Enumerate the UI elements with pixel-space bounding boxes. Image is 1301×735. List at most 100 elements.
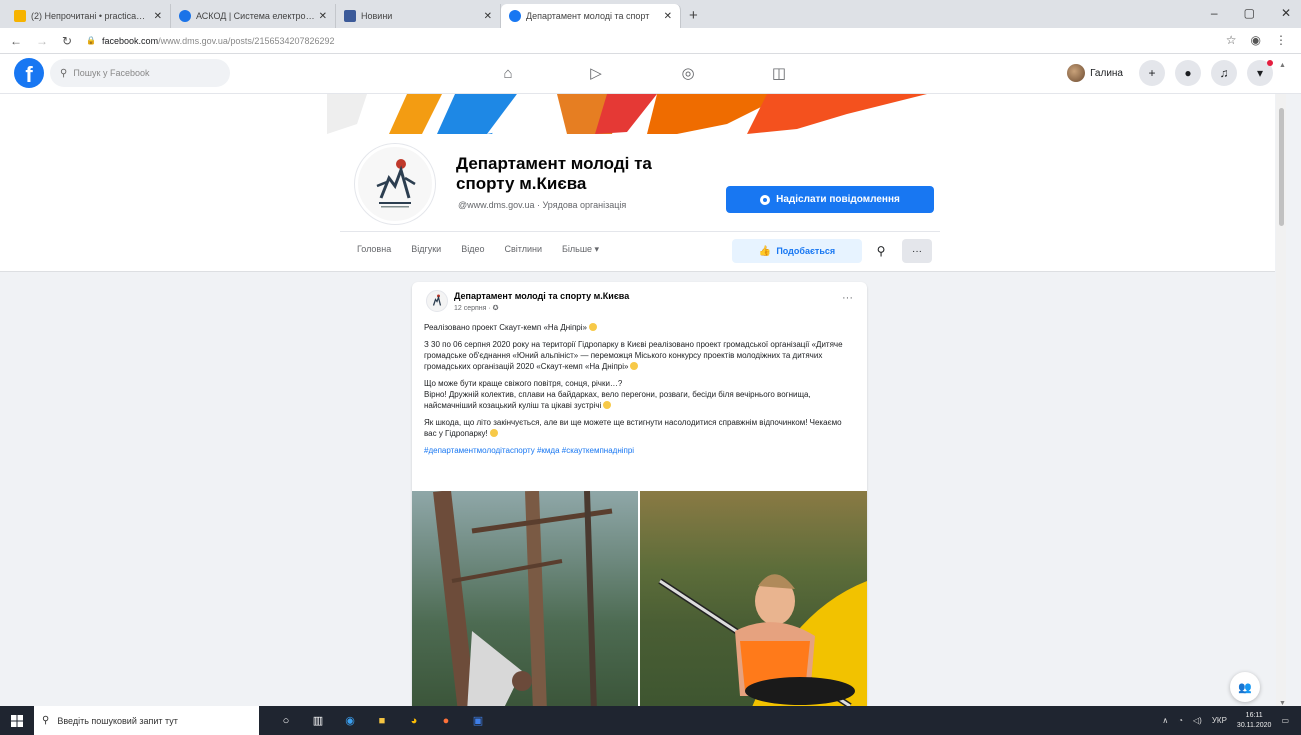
- facebook-logo-icon[interactable]: f: [14, 58, 44, 88]
- tab-favicon-icon: [14, 10, 26, 22]
- windows-taskbar: ⚲ Введіть пошуковий запит тут ○ ▥ ◉ ■ ◕ …: [0, 706, 1301, 735]
- taskbar-search-placeholder: Введіть пошуковий запит тут: [57, 715, 178, 726]
- tab-title: Новини: [361, 11, 393, 21]
- tab-close-icon[interactable]: ✕: [484, 11, 492, 22]
- post-photo-forest[interactable]: [412, 491, 640, 712]
- address-bar-actions: ☆ ◉ ⋮: [1226, 33, 1287, 47]
- profile-link[interactable]: Галина: [1067, 64, 1123, 82]
- like-page-label: Подобається: [776, 246, 836, 256]
- notifications-bell-icon[interactable]: ♫: [1211, 60, 1237, 86]
- system-tray: ∧ ◔ ◁) УКР 16:11 30.11.2020 ▭: [1162, 706, 1289, 735]
- send-message-button[interactable]: Надіслати повідомлення: [726, 186, 934, 213]
- url-field[interactable]: 🔒 facebook.com /www.dms.gov.ua/posts/215…: [86, 36, 334, 46]
- browser-tab-4[interactable]: Департамент молоді та спорт ✕: [501, 4, 681, 28]
- post-hashtags[interactable]: #департаментмолодітаспорту #кмда #скаутк…: [424, 445, 856, 456]
- tab-close-icon[interactable]: ✕: [154, 11, 162, 22]
- edge-browser-icon[interactable]: ◉: [341, 712, 359, 730]
- new-message-float-button[interactable]: 👥: [1230, 672, 1260, 702]
- cortana-icon[interactable]: ○: [277, 712, 295, 730]
- profile-icon[interactable]: ◉: [1251, 33, 1261, 47]
- people-icon: 👥: [1238, 681, 1252, 694]
- action-center-icon[interactable]: ▭: [1281, 716, 1289, 725]
- browser-tab-2[interactable]: АСКОД | Система електронного ✕: [171, 4, 336, 28]
- maximize-button[interactable]: ▢: [1244, 6, 1255, 20]
- close-window-button[interactable]: ✕: [1281, 6, 1291, 20]
- network-icon[interactable]: ◔: [1178, 716, 1183, 725]
- tab-title: Департамент молоді та спорт: [526, 11, 650, 21]
- home-icon[interactable]: ⌂: [497, 63, 519, 83]
- address-bar: ← → ↻ 🔒 facebook.com /www.dms.gov.ua/pos…: [0, 28, 1301, 54]
- post-author-name[interactable]: Департамент молоді та спорту м.Києва: [454, 291, 629, 301]
- tab-close-icon[interactable]: ✕: [319, 11, 327, 22]
- page-subtitle: @www.dms.gov.ua · Урядова організація: [458, 200, 627, 210]
- page-search-icon[interactable]: ⚲: [868, 239, 894, 263]
- post-photo-kayak[interactable]: [640, 491, 867, 712]
- messenger-icon[interactable]: ●: [1175, 60, 1201, 86]
- url-host: facebook.com: [102, 35, 159, 46]
- taskbar-clock[interactable]: 16:11 30.11.2020: [1237, 711, 1272, 731]
- window-controls: – ▢ ✕: [1211, 6, 1291, 20]
- word-app-icon[interactable]: ▣: [469, 712, 487, 730]
- forward-arrow-icon[interactable]: →: [36, 34, 48, 48]
- page-header: Департамент молоді та спорту м.Києва @ww…: [0, 94, 1275, 272]
- emoji-icon: [603, 401, 612, 409]
- browser-tab-3[interactable]: Новини ✕: [336, 4, 501, 28]
- scrollbar-thumb[interactable]: [1279, 108, 1284, 226]
- post-date[interactable]: 12 серпня · ✪: [454, 304, 499, 312]
- search-icon: ⚲: [42, 715, 50, 726]
- tray-overflow-icon[interactable]: ∧: [1162, 716, 1168, 725]
- taskbar-apps: ○ ▥ ◉ ■ ◕ ● ▣: [277, 712, 487, 730]
- clock-time: 16:11: [1245, 711, 1263, 719]
- search-placeholder: Пошук у Facebook: [73, 68, 150, 78]
- emoji-icon: [630, 362, 639, 370]
- browser-tab-1[interactable]: (2) Непрочитані • practica_gos ✕: [6, 4, 171, 28]
- page-tabs: Головна Відгуки Відео Світлини Більше ▾: [357, 244, 599, 255]
- tab-video[interactable]: Відео: [461, 244, 484, 255]
- task-view-icon[interactable]: ▥: [309, 712, 327, 730]
- watch-icon[interactable]: ▷: [585, 63, 607, 83]
- bookmark-star-icon[interactable]: ☆: [1226, 33, 1237, 47]
- emoji-icon: [588, 323, 597, 331]
- tab-more[interactable]: Більше ▾: [562, 244, 599, 255]
- create-plus-icon[interactable]: +: [1139, 60, 1165, 86]
- profile-name: Галина: [1090, 67, 1123, 79]
- post-author-avatar[interactable]: [426, 290, 448, 312]
- post-options-button[interactable]: ···: [842, 292, 853, 304]
- taskbar-search-input[interactable]: ⚲ Введіть пошуковий запит тут: [34, 706, 259, 735]
- tab-close-icon[interactable]: ✕: [664, 11, 672, 22]
- new-tab-button[interactable]: +: [689, 7, 698, 24]
- file-explorer-icon[interactable]: ■: [373, 712, 391, 730]
- gaming-icon[interactable]: ◫: [768, 63, 790, 83]
- back-arrow-icon[interactable]: ←: [10, 34, 22, 48]
- chrome-browser-icon[interactable]: ◕: [405, 712, 423, 730]
- search-icon: ⚲: [60, 67, 68, 79]
- cover-photo[interactable]: [327, 94, 937, 134]
- account-menu-icon[interactable]: ▾: [1247, 60, 1273, 86]
- browser-menu-icon[interactable]: ⋮: [1275, 33, 1287, 47]
- tab-favicon-icon: [509, 10, 521, 22]
- notification-dot: [1267, 60, 1273, 66]
- language-indicator[interactable]: УКР: [1212, 716, 1227, 725]
- tab-favicon-icon: [344, 10, 356, 22]
- tab-reviews[interactable]: Відгуки: [411, 244, 441, 255]
- groups-icon[interactable]: ◎: [677, 63, 699, 83]
- send-message-label: Надіслати повідомлення: [776, 194, 900, 205]
- page-more-button[interactable]: ···: [902, 239, 932, 263]
- facebook-search-input[interactable]: ⚲ Пошук у Facebook: [50, 59, 230, 87]
- minimize-button[interactable]: –: [1211, 6, 1218, 20]
- scroll-up-arrow-icon[interactable]: ▲: [1279, 62, 1286, 69]
- tab-title: АСКОД | Система електронного: [196, 11, 315, 21]
- clock-date: 30.11.2020: [1236, 721, 1272, 729]
- emoji-icon: [489, 429, 498, 437]
- volume-icon[interactable]: ◁): [1193, 716, 1202, 725]
- browser-tab-bar: (2) Непрочитані • practica_gos ✕ АСКОД |…: [0, 0, 1301, 28]
- avatar: [1067, 64, 1086, 82]
- windows-start-icon[interactable]: [0, 706, 34, 735]
- facebook-header: f ⚲ Пошук у Facebook ⌂ ▷ ◎ ◫ Галина + ● …: [0, 54, 1301, 94]
- tab-photos[interactable]: Світлини: [504, 244, 541, 255]
- reload-icon[interactable]: ↻: [62, 34, 72, 48]
- like-page-button[interactable]: 👍 Подобається: [732, 239, 862, 263]
- page-logo[interactable]: [355, 144, 435, 224]
- firefox-browser-icon[interactable]: ●: [437, 712, 455, 730]
- tab-home[interactable]: Головна: [357, 244, 391, 255]
